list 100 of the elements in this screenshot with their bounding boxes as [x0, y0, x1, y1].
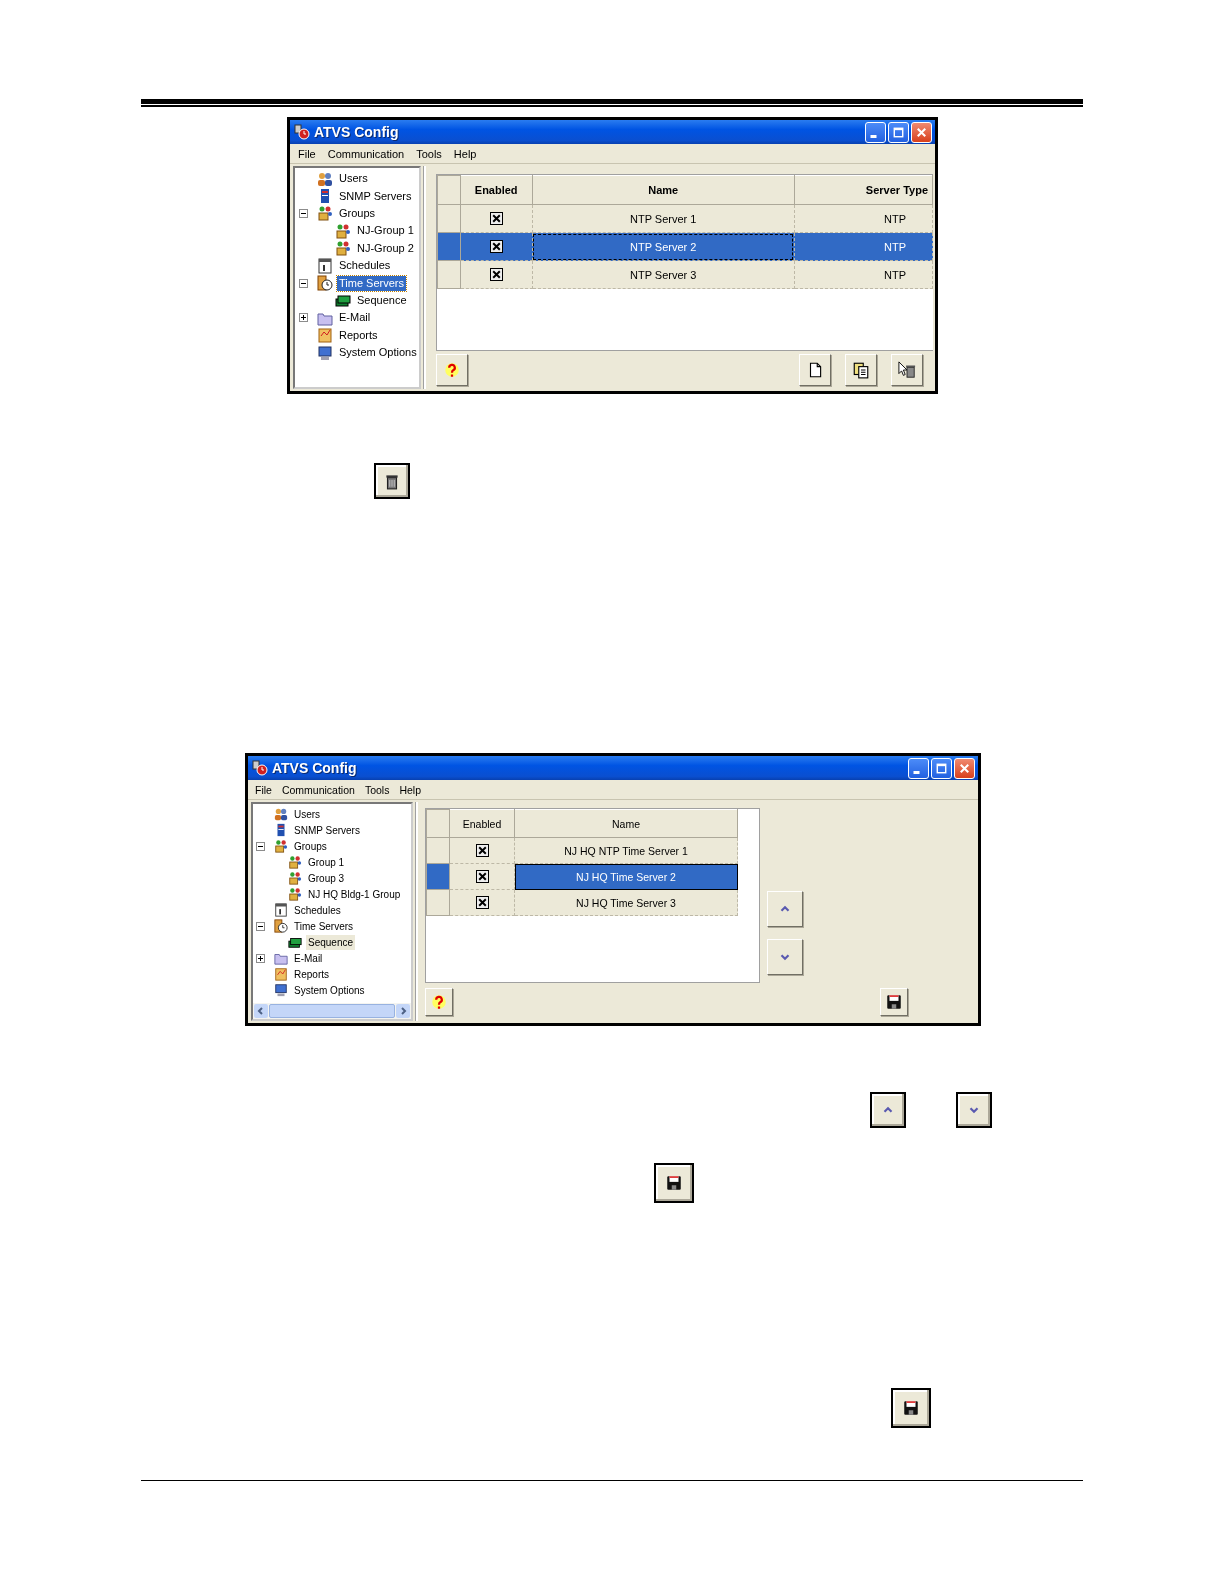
tree-item[interactable]: Reports — [292, 966, 331, 982]
monitor-icon — [317, 344, 333, 361]
tree-item[interactable]: Schedules — [292, 902, 343, 918]
move-down-button[interactable] — [956, 1092, 992, 1128]
group-icon — [288, 855, 302, 869]
maximize-button[interactable] — [931, 757, 952, 779]
tree-item[interactable]: SNMP Servers — [337, 188, 414, 204]
table-cell: NTP Server 3 — [532, 260, 795, 289]
copy-button[interactable] — [845, 354, 877, 386]
tree-item[interactable]: Time Servers — [292, 918, 356, 934]
expand-toggle[interactable] — [299, 313, 308, 323]
checkbox[interactable] — [475, 896, 489, 910]
help-icon — [443, 361, 461, 379]
menu-item[interactable]: Tools — [359, 783, 395, 796]
delete-button[interactable] — [374, 463, 410, 499]
tree-item[interactable]: Group 1 — [306, 854, 347, 870]
help-button[interactable] — [425, 988, 453, 1016]
scroll-right-icon[interactable] — [396, 1004, 410, 1018]
group-icon — [288, 871, 302, 885]
window-title: ATVS Config — [272, 760, 357, 776]
tree-item[interactable]: System Options — [292, 982, 367, 998]
tree-item[interactable]: Sequence — [355, 292, 409, 308]
group-icon — [317, 205, 333, 222]
calendar-icon — [274, 903, 288, 917]
checkbox[interactable] — [489, 212, 503, 226]
group-icon — [335, 240, 351, 257]
table-row[interactable]: NTP Server 2 NTP — [437, 232, 933, 261]
stack-icon — [335, 292, 351, 309]
save-button[interactable] — [891, 1388, 931, 1428]
tree-item[interactable]: System Options — [337, 345, 419, 361]
group-icon — [335, 222, 351, 239]
tree-item[interactable]: Groups — [337, 205, 378, 221]
minimize-button[interactable] — [908, 757, 929, 779]
table-row[interactable]: NTP Server 3 NTP — [437, 260, 933, 289]
expand-toggle[interactable] — [256, 953, 265, 963]
table-cell: NTP — [794, 260, 933, 289]
column-header[interactable]: Enabled — [460, 175, 533, 205]
close-button[interactable] — [954, 757, 975, 779]
monitor-icon — [274, 983, 288, 997]
column-header[interactable]: Name — [514, 809, 738, 838]
tree-item[interactable]: NJ-Group 2 — [355, 240, 416, 256]
menu-item[interactable]: Help — [447, 147, 483, 160]
column-header[interactable]: Name — [532, 175, 795, 205]
tree-item[interactable]: Users — [337, 171, 370, 187]
table-cell: NJ HQ Time Server 2 — [514, 863, 738, 890]
group-icon — [288, 887, 302, 901]
menu-item[interactable]: Communication — [276, 783, 360, 796]
people-icon — [274, 807, 288, 821]
tree-item[interactable]: Group 3 — [306, 870, 347, 886]
column-header[interactable]: Server Type — [794, 175, 933, 205]
report-icon — [274, 967, 288, 981]
clock-icon — [294, 124, 310, 140]
minimize-icon — [870, 134, 877, 138]
tree-item[interactable]: NJ HQ Bldg-1 Group — [306, 886, 403, 902]
maximize-button[interactable] — [888, 121, 909, 143]
checkbox[interactable] — [489, 240, 503, 254]
checkbox[interactable] — [475, 870, 489, 884]
tree-item[interactable]: Time Servers — [337, 275, 406, 291]
tree-item[interactable]: Schedules — [337, 258, 393, 274]
scroll-left-icon[interactable] — [254, 1004, 268, 1018]
checkbox[interactable] — [475, 844, 489, 858]
horizontal-scrollbar[interactable] — [253, 1003, 411, 1019]
menu-item[interactable]: File — [250, 783, 277, 796]
tree-item[interactable]: Users — [292, 806, 323, 822]
people-icon — [317, 170, 333, 187]
table-row[interactable]: NTP Server 1 NTP — [437, 204, 933, 233]
menu-item[interactable]: Help — [394, 783, 426, 796]
menu-item[interactable]: File — [292, 147, 322, 160]
table-cell: NTP — [794, 232, 933, 261]
move-up-button[interactable] — [870, 1092, 906, 1128]
checkbox[interactable] — [489, 268, 503, 282]
tree-item[interactable]: Groups — [292, 838, 329, 854]
tree-item[interactable]: Sequence — [306, 934, 356, 950]
menu-item[interactable]: Tools — [410, 147, 448, 160]
clock-icon — [252, 760, 268, 776]
collapse-toggle[interactable] — [256, 841, 265, 851]
table-row[interactable]: NJ HQ NTP Time Server 1 — [426, 837, 738, 864]
save-button[interactable] — [654, 1163, 694, 1203]
tree-item[interactable]: E-Mail — [292, 950, 325, 966]
new-button[interactable] — [799, 354, 831, 386]
tree-item[interactable]: E-Mail — [337, 310, 373, 326]
table-cell: NTP Server 2 — [532, 232, 795, 261]
collapse-toggle[interactable] — [299, 208, 308, 218]
close-button[interactable] — [911, 121, 932, 143]
tree-item[interactable]: SNMP Servers — [292, 822, 362, 838]
scroll-thumb[interactable] — [269, 1004, 395, 1018]
calendar-icon — [317, 257, 333, 274]
table-cell: NTP — [794, 204, 933, 233]
stack-icon — [288, 935, 302, 949]
column-header[interactable]: Enabled — [449, 809, 515, 838]
tree-item[interactable]: NJ-Group 1 — [355, 223, 416, 239]
table-row[interactable]: NJ HQ Time Server 3 — [426, 889, 738, 916]
menu-item[interactable]: Communication — [321, 147, 411, 160]
collapse-toggle[interactable] — [299, 278, 308, 288]
table-row[interactable]: NJ HQ Time Server 2 — [426, 863, 738, 890]
tree-item[interactable]: Reports — [337, 327, 380, 343]
collapse-toggle[interactable] — [256, 921, 265, 931]
folder-icon — [274, 951, 288, 965]
minimize-button[interactable] — [865, 121, 886, 143]
help-button[interactable] — [436, 354, 468, 386]
